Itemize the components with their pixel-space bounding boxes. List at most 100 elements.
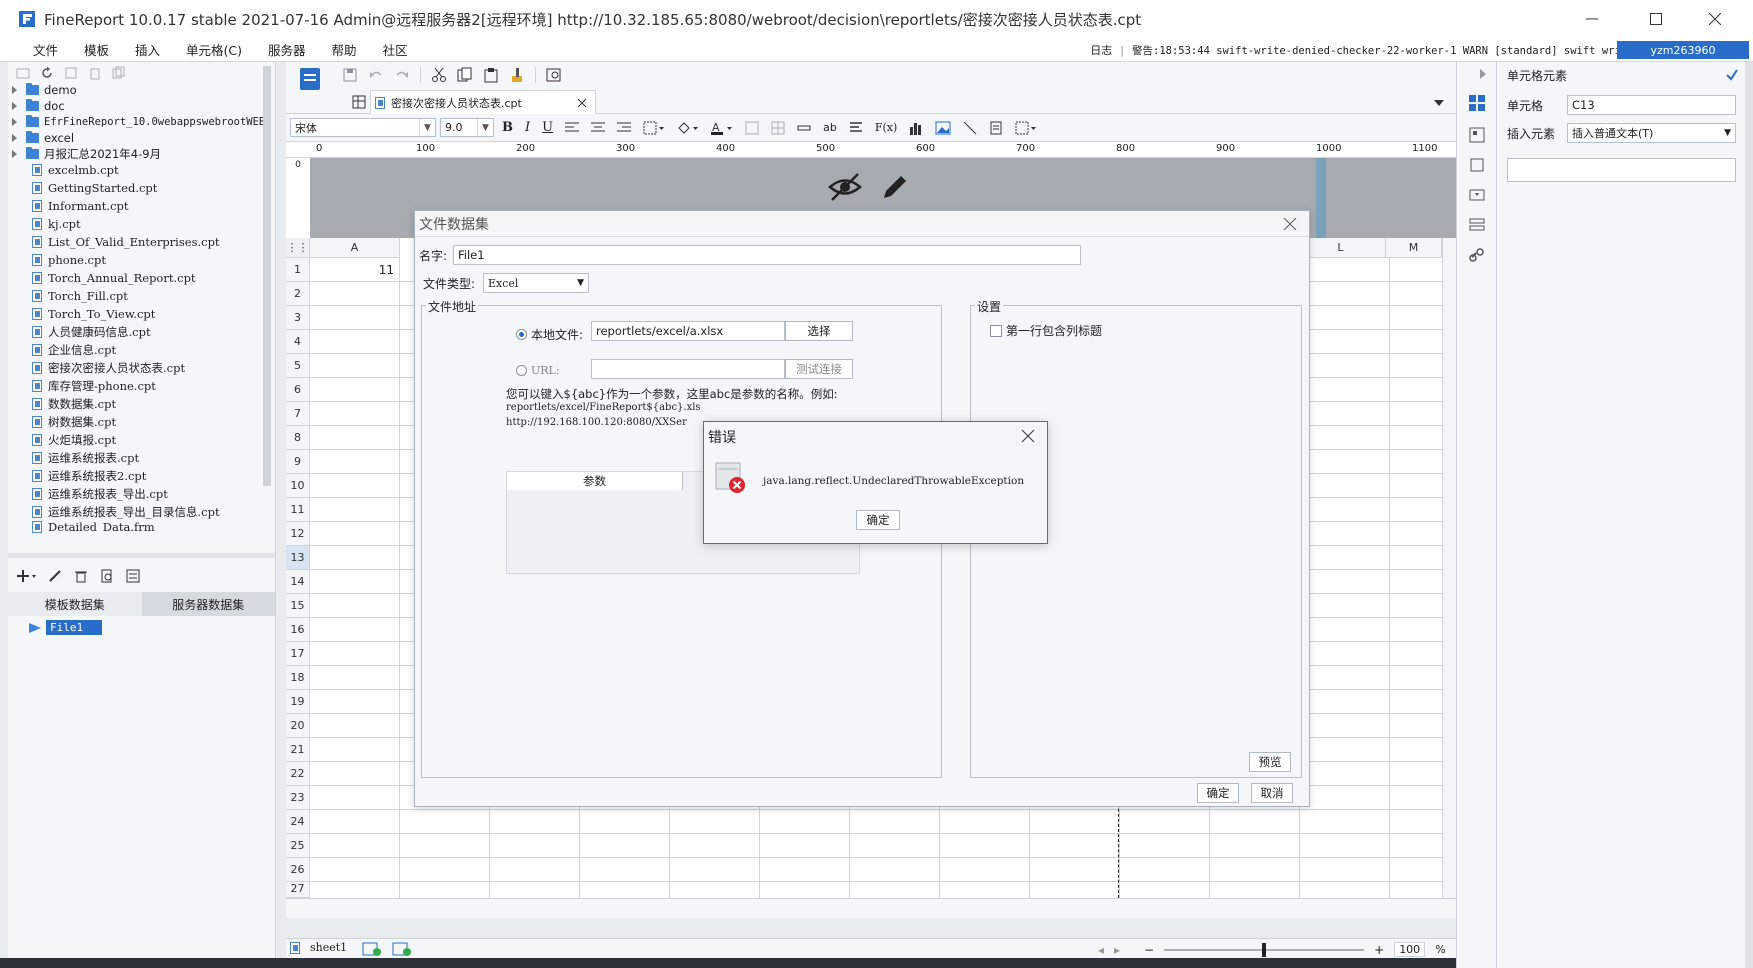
- tree-file[interactable]: 企业信息.cpt: [32, 341, 116, 359]
- tab-template-datasets[interactable]: 模板数据集: [8, 592, 142, 616]
- prev-icon[interactable]: ◂: [1098, 943, 1104, 957]
- font-size-select[interactable]: 9.0 ▼: [440, 118, 494, 137]
- expand-icon[interactable]: [12, 86, 17, 94]
- row-header[interactable]: 6: [286, 378, 310, 402]
- copy-icon[interactable]: [457, 67, 473, 83]
- row-header[interactable]: 2: [286, 282, 310, 306]
- zoom-input[interactable]: 100: [1394, 942, 1426, 957]
- paragraph-icon[interactable]: [849, 121, 863, 135]
- tree-file[interactable]: Torch_Fill.cpt: [32, 287, 128, 305]
- row-header[interactable]: 22: [286, 762, 310, 786]
- row-header[interactable]: 17: [286, 642, 310, 666]
- log-message[interactable]: 警告:18:53:44 swift-write-denied-checker-2…: [1132, 43, 1652, 58]
- split-cells-icon[interactable]: [771, 121, 785, 135]
- row-header[interactable]: 11: [286, 498, 310, 522]
- menu-community[interactable]: 社区: [370, 40, 421, 59]
- menu-file[interactable]: 文件: [20, 40, 71, 59]
- row-header[interactable]: 18: [286, 666, 310, 690]
- tree-file[interactable]: 密接次密接人员状态表.cpt: [32, 359, 185, 377]
- first-row-checkbox[interactable]: [990, 324, 1002, 337]
- cell-a1[interactable]: 11: [310, 258, 400, 282]
- zoom-in-icon[interactable]: +: [1374, 943, 1384, 957]
- close-tab-icon[interactable]: [577, 98, 587, 108]
- zoom-out-icon[interactable]: −: [1144, 943, 1154, 957]
- splitter[interactable]: [8, 553, 275, 558]
- error-ok-button[interactable]: 确定: [856, 510, 900, 530]
- url-option[interactable]: URL:: [516, 364, 560, 377]
- pencil-icon[interactable]: [880, 172, 910, 202]
- row-header[interactable]: 25: [286, 834, 310, 858]
- local-file-radio[interactable]: [516, 329, 527, 340]
- local-file-input[interactable]: reportlets/excel/a.xlsx: [591, 321, 785, 341]
- column-header[interactable]: A: [310, 238, 400, 258]
- row-header[interactable]: 7: [286, 402, 310, 426]
- minimize-button[interactable]: [1563, 0, 1621, 38]
- next-icon[interactable]: ▸: [1114, 943, 1120, 957]
- test-connection-button[interactable]: 测试连接: [785, 359, 853, 379]
- row-header[interactable]: 23: [286, 786, 310, 810]
- name-input[interactable]: File1: [453, 245, 1081, 265]
- align-center-icon[interactable]: [591, 122, 606, 134]
- tree-file[interactable]: 运维系统报表2.cpt: [32, 467, 146, 485]
- zoom-slider-handle[interactable]: [1262, 942, 1267, 957]
- row-header[interactable]: 8: [286, 426, 310, 450]
- tree-file[interactable]: Torch_To_View.cpt: [32, 305, 155, 323]
- document-tab[interactable]: 密接次密接人员状态表.cpt: [370, 90, 596, 114]
- preview-button[interactable]: 预览: [1249, 752, 1291, 772]
- row-header[interactable]: 1: [286, 258, 310, 282]
- paste-icon[interactable]: [483, 67, 499, 83]
- tree-file[interactable]: 火炬填报.cpt: [32, 431, 116, 449]
- menu-help[interactable]: 帮助: [319, 40, 370, 59]
- zoom-slider[interactable]: [1164, 942, 1365, 957]
- tree-file[interactable]: phone.cpt: [32, 251, 106, 269]
- tree-file[interactable]: List_Of_Valid_Enterprises.cpt: [32, 233, 220, 251]
- fill-color-icon[interactable]: [677, 121, 699, 135]
- font-family-select[interactable]: 宋体 ▼: [290, 118, 436, 137]
- url-radio[interactable]: [516, 365, 527, 376]
- tree-file[interactable]: 库存管理-phone.cpt: [32, 377, 156, 395]
- widget-icon[interactable]: [1468, 156, 1486, 174]
- expand-icon[interactable]: [12, 134, 17, 142]
- list-icon[interactable]: [1468, 216, 1486, 234]
- hide-icon[interactable]: [828, 172, 862, 202]
- maximize-button[interactable]: [1627, 0, 1685, 38]
- row-header[interactable]: 20: [286, 714, 310, 738]
- tab-menu-icon[interactable]: [1432, 96, 1446, 110]
- chart-icon[interactable]: [909, 121, 923, 135]
- underline-icon[interactable]: U: [542, 120, 553, 135]
- insert-element-select[interactable]: 插入普通文本(T) ▼: [1567, 123, 1736, 143]
- tree-file[interactable]: 数数据集.cpt: [32, 395, 116, 413]
- tree-file[interactable]: Torch_Annual_Report.cpt: [32, 269, 196, 287]
- italic-icon[interactable]: I: [525, 120, 530, 135]
- subreport-icon[interactable]: [989, 121, 1003, 135]
- dataset-settings-icon[interactable]: [126, 569, 140, 583]
- row-header[interactable]: 3: [286, 306, 310, 330]
- tree-file[interactable]: Informant.cpt: [32, 197, 129, 215]
- file-type-select[interactable]: Excel ▼: [483, 273, 589, 293]
- redo-icon[interactable]: [394, 67, 410, 83]
- row-header[interactable]: 12: [286, 522, 310, 546]
- new-folder-icon[interactable]: [16, 66, 30, 80]
- row-header[interactable]: 5: [286, 354, 310, 378]
- row-header[interactable]: 21: [286, 738, 310, 762]
- bold-icon[interactable]: B: [502, 120, 513, 135]
- local-file-option[interactable]: 本地文件:: [516, 326, 583, 343]
- slash-icon[interactable]: [963, 121, 977, 135]
- insert-row-icon[interactable]: [797, 121, 811, 135]
- choose-button[interactable]: 选择: [785, 321, 853, 341]
- image-icon[interactable]: [935, 121, 951, 135]
- add-form-sheet-icon[interactable]: [392, 942, 412, 956]
- delete-icon[interactable]: [74, 569, 88, 583]
- row-header[interactable]: 4: [286, 330, 310, 354]
- column-header[interactable]: M: [1386, 238, 1442, 258]
- border-icon[interactable]: [643, 121, 665, 135]
- cut-icon[interactable]: [431, 67, 447, 83]
- row-header[interactable]: 14: [286, 570, 310, 594]
- first-row-title-option[interactable]: 第一行包含列标题: [990, 322, 1102, 339]
- collapse-icon[interactable]: [1477, 68, 1489, 80]
- condition-icon[interactable]: [1468, 186, 1486, 204]
- preview-icon[interactable]: [100, 569, 114, 583]
- merge-cells-icon[interactable]: [745, 121, 759, 135]
- tab-server-datasets[interactable]: 服务器数据集: [141, 592, 275, 616]
- link-icon[interactable]: [1468, 246, 1486, 264]
